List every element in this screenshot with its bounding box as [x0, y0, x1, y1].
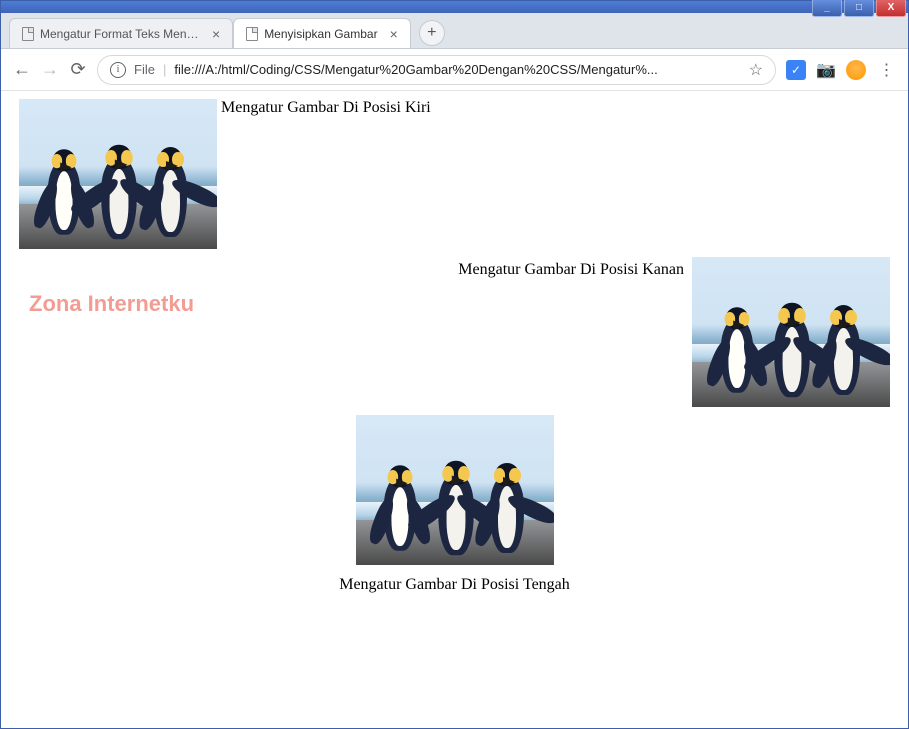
- new-tab-button[interactable]: +: [419, 20, 445, 46]
- address-bar[interactable]: i File | file:///A:/html/Coding/CSS/Meng…: [97, 55, 776, 85]
- tab-title: Menyisipkan Gambar: [264, 27, 377, 41]
- window-close-button[interactable]: X: [876, 0, 906, 17]
- caption-right: Mengatur Gambar Di Posisi Kanan: [458, 261, 684, 279]
- tab-title: Mengatur Format Teks Menggun: [40, 27, 200, 41]
- penguin-image-left: [19, 99, 217, 249]
- caption-left: Mengatur Gambar Di Posisi Kiri: [221, 99, 431, 116]
- site-info-icon[interactable]: i: [110, 62, 126, 78]
- window-maximize-button[interactable]: □: [844, 0, 874, 17]
- url-text: file:///A:/html/Coding/CSS/Mengatur%20Ga…: [174, 62, 657, 77]
- back-button[interactable]: ←: [13, 59, 31, 80]
- separator: |: [163, 62, 166, 77]
- reload-button[interactable]: ⟳: [69, 59, 87, 80]
- profile-avatar[interactable]: [846, 60, 866, 80]
- url-scheme-label: File: [134, 62, 155, 77]
- document-icon: [246, 27, 258, 41]
- document-icon: [22, 27, 34, 41]
- block-center: Mengatur Gambar Di Posisi Tengah: [19, 415, 890, 594]
- extension-icon[interactable]: ✓: [786, 60, 806, 80]
- camera-icon[interactable]: 📷: [816, 60, 836, 80]
- caption-center: Mengatur Gambar Di Posisi Tengah: [19, 576, 890, 594]
- forward-button[interactable]: →: [41, 59, 59, 80]
- browser-tab-inactive[interactable]: Mengatur Format Teks Menggun ×: [9, 18, 233, 48]
- close-tab-icon[interactable]: ×: [212, 27, 220, 41]
- browser-tabstrip: Mengatur Format Teks Menggun × Menyisipk…: [1, 13, 908, 49]
- bookmark-star-icon[interactable]: ☆: [749, 60, 763, 80]
- browser-toolbar: ← → ⟳ i File | file:///A:/html/Coding/CS…: [1, 49, 908, 91]
- browser-tab-active[interactable]: Menyisipkan Gambar ×: [233, 18, 411, 48]
- menu-kebab-icon[interactable]: ⋮: [876, 60, 896, 80]
- close-tab-icon[interactable]: ×: [390, 27, 398, 41]
- block-left: Mengatur Gambar Di Posisi Kiri: [19, 99, 890, 249]
- penguin-image-center: [356, 415, 554, 565]
- penguin-image-right: [692, 257, 890, 407]
- block-right: Mengatur Gambar Di Posisi Kanan: [19, 257, 890, 407]
- window-minimize-button[interactable]: _: [812, 0, 842, 17]
- window-titlebar: _ □ X: [1, 1, 908, 13]
- page-viewport[interactable]: Zona Internetku Mengatur Gambar Di Posis…: [1, 91, 908, 728]
